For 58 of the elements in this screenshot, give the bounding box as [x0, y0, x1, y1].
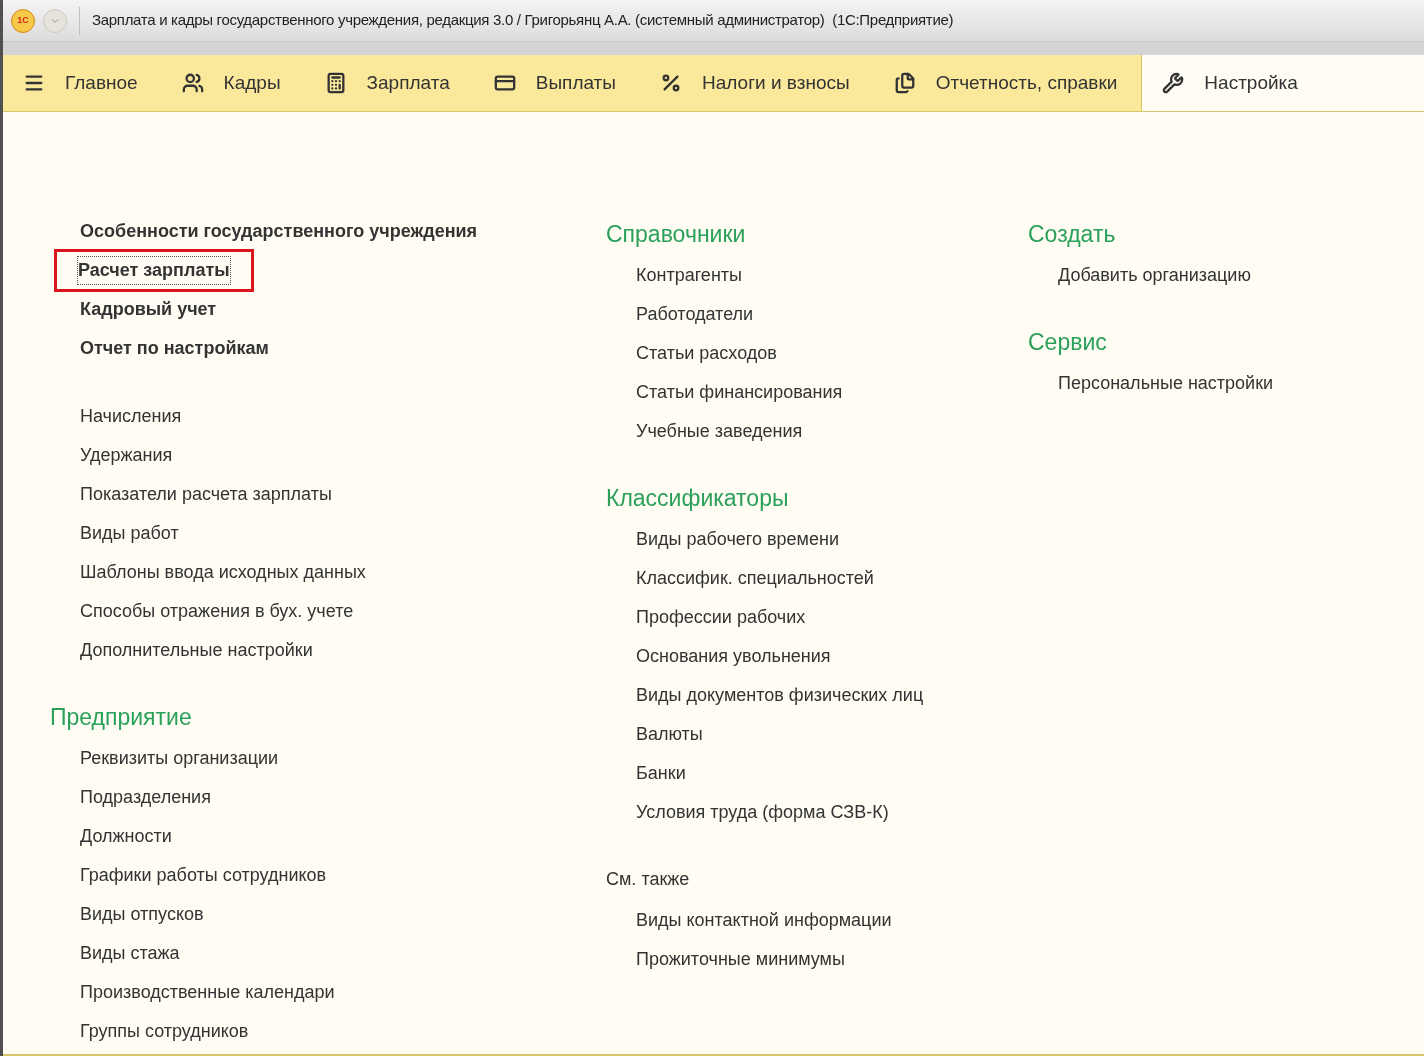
app-logo: 1С: [11, 8, 35, 33]
settings-link[interactable]: Банки: [636, 760, 686, 787]
settings-link[interactable]: Статьи финансирования: [636, 379, 843, 406]
menu-icon: [23, 72, 45, 94]
settings-link[interactable]: Показатели расчета зарплаты: [80, 481, 332, 508]
documents-icon: [893, 72, 916, 94]
section-heading: Сервис: [1028, 327, 1107, 357]
wrench-icon: [1162, 72, 1185, 94]
settings-link[interactable]: Подразделения: [80, 784, 211, 811]
settings-link[interactable]: Удержания: [80, 442, 173, 469]
settings-link[interactable]: Дополнительные настройки: [80, 637, 313, 664]
section-tab[interactable]: Зарплата: [304, 55, 474, 111]
settings-link[interactable]: Шаблоны ввода исходных данных: [80, 559, 366, 586]
settings-link[interactable]: Способы отражения в бух. учете: [80, 598, 354, 625]
section-tab[interactable]: Отчетность, справки: [873, 55, 1142, 111]
settings-link[interactable]: Виды стажа: [80, 940, 180, 967]
settings-link[interactable]: Должности: [80, 823, 172, 850]
settings-link[interactable]: Производственные календари: [80, 979, 335, 1006]
section-heading: Справочники: [606, 219, 746, 249]
people-icon: [181, 72, 204, 94]
settings-link[interactable]: Расчет зарплаты: [77, 256, 231, 285]
settings-link[interactable]: Виды рабочего времени: [636, 526, 839, 553]
settings-link[interactable]: Виды отпусков: [80, 901, 204, 928]
settings-link[interactable]: Классифик. специальностей: [636, 565, 874, 592]
settings-link[interactable]: Работодатели: [636, 301, 754, 328]
settings-link[interactable]: Виды работ: [80, 520, 179, 547]
section-tab[interactable]: Выплаты: [473, 55, 640, 111]
section-heading: Создать: [1028, 219, 1116, 249]
settings-link[interactable]: Графики работы сотрудников: [80, 862, 327, 889]
settings-link[interactable]: Виды контактной информации: [636, 907, 892, 934]
settings-link[interactable]: Кадровый учет: [80, 296, 217, 323]
settings-link[interactable]: Прожиточные минимумы: [636, 946, 845, 973]
percent-icon: [660, 72, 682, 94]
section-tab[interactable]: Кадры: [161, 55, 305, 111]
settings-link[interactable]: Учебные заведения: [636, 418, 803, 445]
settings-link[interactable]: Валюты: [636, 721, 703, 748]
settings-link[interactable]: Отчет по настройкам: [80, 335, 269, 362]
settings-link[interactable]: Особенности государственного учреждения: [80, 218, 478, 245]
section-tab[interactable]: Настройка: [1141, 55, 1424, 111]
card-icon: [493, 72, 516, 94]
section-heading: Классификаторы: [606, 483, 789, 513]
section-tab[interactable]: Налоги и взносы: [640, 55, 874, 111]
settings-link[interactable]: Статьи расходов: [636, 340, 777, 367]
settings-link[interactable]: Профессии рабочих: [636, 604, 806, 631]
settings-link[interactable]: Добавить организацию: [1058, 262, 1251, 289]
section-tab[interactable]: Главное: [3, 55, 162, 111]
section-heading: Предприятие: [50, 702, 192, 732]
section-heading: См. также: [606, 867, 690, 891]
settings-link[interactable]: Контрагенты: [636, 262, 742, 289]
settings-link[interactable]: Персональные настройки: [1058, 370, 1274, 397]
settings-link[interactable]: Начисления: [80, 403, 182, 430]
settings-link[interactable]: Основания увольнения: [636, 643, 831, 670]
dropdown-button[interactable]: [43, 8, 67, 33]
settings-link[interactable]: Виды документов физических лиц: [636, 682, 924, 709]
settings-link[interactable]: Группы сотрудников: [80, 1018, 249, 1045]
settings-link[interactable]: Условия труда (форма СЗВ-К): [636, 799, 889, 826]
settings-link[interactable]: Реквизиты организации: [80, 745, 279, 772]
window-title: Зарплата и кадры государственного учреждения, редакция 3.0 / Григорьянц А.А. (системный администратор) (1С:Предприятие): [92, 10, 954, 31]
